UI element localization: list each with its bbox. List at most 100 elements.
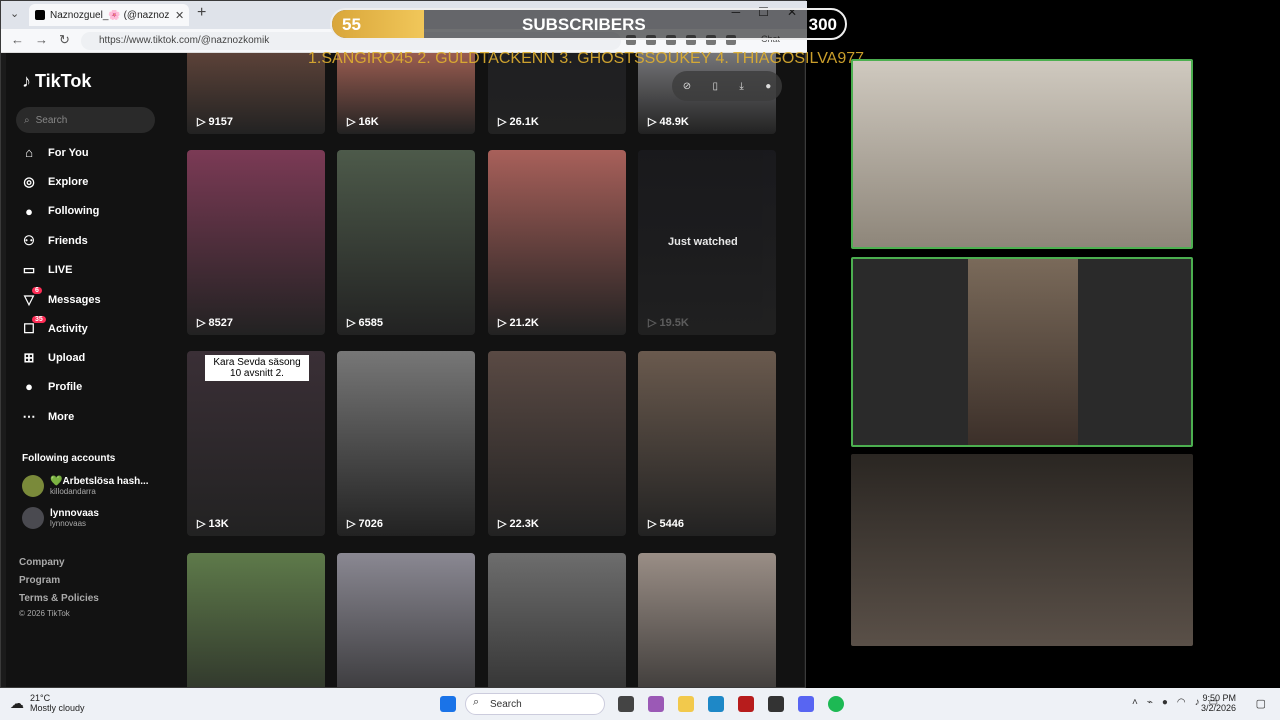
edge-icon[interactable] [708,696,724,712]
footer-link-program[interactable]: Program [19,575,60,586]
copilot-icon[interactable] [648,696,664,712]
tiktok-note-icon: ♪ [22,71,31,91]
avatar [22,475,44,497]
view-count: ▷ 9157 [197,116,233,128]
view-count: ▷ 5446 [648,518,684,530]
tiktok-logo[interactable]: ♪ TikTok [22,71,91,92]
sidebar-item-following[interactable]: ● Following [20,204,99,219]
account-item[interactable]: lynnovaas lynnovaas [22,507,99,529]
video-card[interactable] [638,553,776,687]
friends-icon: ⚇ [23,232,35,248]
video-card[interactable]: Just watched ▷ 19.5K [638,150,776,335]
sidebar-item-label: More [48,410,75,423]
view-count: ▷ 22.3K [498,518,539,530]
footer-link-terms[interactable]: Terms & Policies [19,593,99,604]
close-tab-icon[interactable]: ✕ [175,9,184,22]
search-icon: ⌕ [473,696,480,708]
sidebar-item-for-you[interactable]: ⌂ For You [20,145,89,160]
video-card[interactable]: ▷ 21.2K [488,150,626,335]
video-card[interactable] [187,553,325,687]
settings-icon[interactable]: ⊘ [683,81,691,92]
camera-feed-3 [851,454,1193,646]
notifications-icon[interactable]: ▢ [1256,697,1266,710]
play-icon: ▷ [498,317,510,329]
video-card[interactable]: ▷ 8527 [187,150,325,335]
forward-icon[interactable]: → [35,32,48,47]
sidebar-item-more[interactable]: ⋯ More [20,409,75,425]
sidebar-item-profile[interactable]: ● Profile [20,379,82,394]
play-icon: ▷ [648,317,660,329]
sidebar-item-friends[interactable]: ⚇ Friends [20,233,88,249]
chevron-up-icon[interactable]: ˄ [1132,697,1138,708]
subscriber-label: SUBSCRIBERS [522,15,646,34]
start-icon[interactable] [440,696,456,712]
sidebar-item-label: For You [48,146,89,159]
browser-window: ⌄ Naznozguel_🌸 (@naznozkomik ✕ + ─ ☐ ✕ ←… [0,0,807,688]
profile-icon: ● [25,379,33,395]
notification-badge: 35 [32,315,46,323]
top-supporters-ticker: 1.SANGIRO45 2. GULDTACKENN 3. GHOSTSSOUK… [308,50,865,67]
video-card[interactable]: ▷ 6585 [337,150,475,335]
tiktok-favicon-icon [35,10,45,20]
acrobat-icon[interactable] [738,696,754,712]
obs-icon[interactable] [768,696,784,712]
play-icon: ▷ [498,518,510,530]
video-card[interactable]: ▷ 9157 [187,53,325,134]
search-input[interactable]: ⌕ Search [16,107,155,133]
refresh-icon[interactable]: ↻ [59,32,70,48]
sidebar-item-label: Friends [48,234,88,247]
home-icon: ⌂ [25,145,33,160]
back-icon[interactable]: ← [11,32,24,47]
view-count: ▷ 19.5K [648,317,689,329]
file-explorer-icon[interactable] [678,696,694,712]
search-icon: ⌕ [24,114,30,126]
avatar[interactable]: ● [765,81,771,92]
sidebar-item-explore[interactable]: ◎ Explore [20,174,88,190]
play-icon: ▷ [498,116,510,128]
spotify-icon[interactable] [828,696,844,712]
play-icon: ▷ [347,116,359,128]
video-card[interactable]: ▷ 22.3K [488,351,626,536]
footer-link-company[interactable]: Company [19,557,65,568]
subscriber-count: 55 [342,15,361,34]
sidebar-item-label: Explore [48,176,89,189]
weather-widget[interactable]: ☁ 21°C Mostly cloudy [10,693,85,713]
phone-icon[interactable]: ▯ [713,81,719,92]
video-card[interactable] [488,553,626,687]
discord-icon[interactable] [798,696,814,712]
subscriber-goal-bar: 55 SUBSCRIBERS 300 [330,8,847,40]
video-card[interactable] [337,553,475,687]
tiktok-page: ♪ TikTok ⌕ Search ⌂ For You ◎ Explore ● Follo… [6,53,804,687]
activity-icon: ☐ 35 [20,315,46,337]
upload-icon: ⊞ [23,350,35,366]
tab-list-icon[interactable]: ⌄ [10,7,19,20]
browser-tab[interactable]: Naznozguel_🌸 (@naznozkomik ✕ [29,4,189,26]
sidebar-item-activity[interactable]: ☐ 35 Activity [20,315,88,337]
view-count: ▷ 21.2K [498,317,539,329]
tab-title: Naznozguel_🌸 (@naznozkomik [50,9,170,21]
sidebar-item-live[interactable]: ▭ LIVE [20,262,73,278]
live-icon: ▭ [22,262,36,278]
taskbar-search[interactable]: Search [465,693,605,715]
video-card[interactable]: Kara Sevda säsong 10 avsnitt 2. ▷ 13K [187,351,325,536]
sidebar-item-messages[interactable]: ▽ 6 Messages [20,286,101,308]
account-item[interactable]: 💚Arbetslösa hash... killodandarra [22,475,149,497]
video-card[interactable]: ▷ 7026 [337,351,475,536]
microphone-icon[interactable]: ● [1162,697,1168,708]
notification-badge: 6 [32,286,42,294]
taskbar: ☁ 21°C Mostly cloudy Search ⌕ ˄ ⌁ ● ◠ ♪ ▭… [0,688,1280,720]
sidebar-item-label: Messages [48,293,101,306]
network-icon[interactable]: ⌁ [1147,697,1153,708]
clock[interactable]: 9:50 PM 3/2/2026 [1201,693,1236,713]
sidebar-item-upload[interactable]: ⊞ Upload [20,350,86,366]
download-icon[interactable]: ⤓ [739,81,743,92]
play-icon: ▷ [197,518,209,530]
task-view-icon[interactable] [618,696,634,712]
volume-icon[interactable]: ♪ [1195,697,1200,708]
cloud-icon: ☁ [10,694,24,711]
video-card[interactable]: ▷ 5446 [638,351,776,536]
play-icon: ▷ [648,518,660,530]
new-tab-button[interactable]: + [197,4,206,22]
view-count: ▷ 48.9K [648,116,689,128]
wifi-icon[interactable]: ◠ [1177,697,1186,708]
